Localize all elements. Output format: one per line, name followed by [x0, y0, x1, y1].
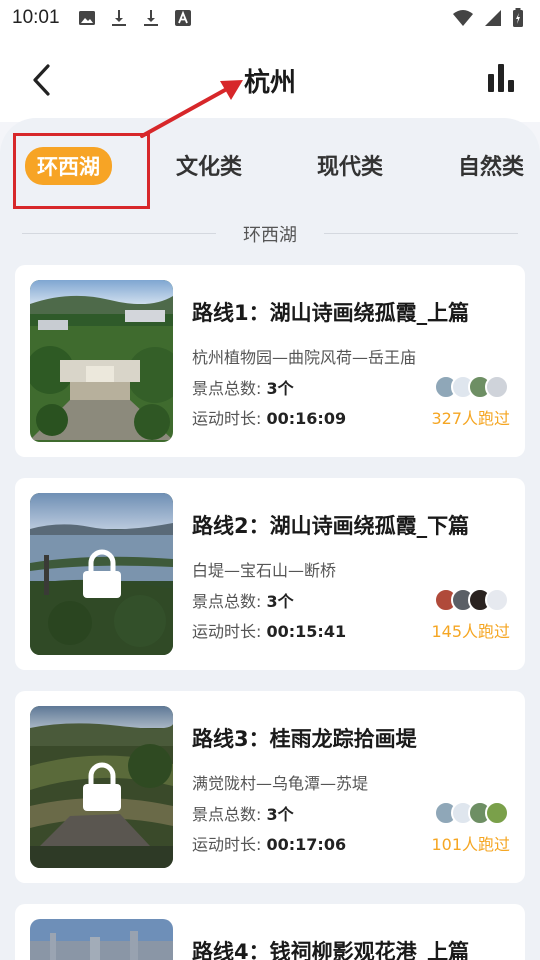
- runs-count: 145人跑过: [431, 622, 510, 641]
- route-thumbnail: [30, 493, 173, 655]
- route-card[interactable]: 路线3：桂雨龙踪拾画堤 满觉陇村—乌龟潭—苏堤 景点总数: 3个 运动时长: 0…: [15, 691, 525, 883]
- duration-label: 运动时长:: [192, 622, 262, 641]
- duration-value: 00:16:09: [266, 409, 347, 428]
- tab-modern[interactable]: 现代类: [317, 149, 383, 181]
- duration-value: 00:17:06: [266, 835, 347, 854]
- duration: 运动时长: 00:17:06: [192, 831, 346, 855]
- route-card[interactable]: 路线1：湖山诗画绕孤霞_上篇 杭州植物园—曲院风荷—岳王庙 景点总数: 3个 运…: [15, 265, 525, 457]
- route-card[interactable]: 路线4：钱祠柳影观花港_上篇: [15, 904, 525, 960]
- runner-avatars: [434, 588, 509, 612]
- route-thumbnail: [30, 919, 173, 960]
- duration-label: 运动时长:: [192, 835, 262, 854]
- spots-label: 景点总数:: [192, 805, 262, 824]
- spots-value: 3个: [266, 592, 294, 611]
- signal-icon: [485, 10, 501, 26]
- route-path: 满觉陇村—乌龟潭—苏堤: [192, 774, 369, 793]
- annotation-highlight-box: [13, 133, 150, 209]
- avatar: [485, 801, 509, 825]
- lock-icon: [83, 549, 121, 598]
- page-title: 杭州: [243, 68, 296, 98]
- tab-culture[interactable]: 文化类: [176, 149, 242, 181]
- runs-count: 327人跑过: [431, 409, 510, 428]
- avatar: [485, 375, 509, 399]
- status-bar: 10:01: [0, 0, 540, 36]
- duration-label: 运动时长:: [192, 409, 262, 428]
- status-time: 10:01: [12, 7, 60, 28]
- route-title: 路线4：钱祠柳影观花港_上篇: [192, 940, 470, 960]
- route-title: 路线2：湖山诗画绕孤霞_下篇: [192, 514, 470, 538]
- spots-value: 3个: [266, 379, 294, 398]
- duration-value: 00:15:41: [266, 622, 347, 641]
- runs-count: 101人跑过: [431, 835, 510, 854]
- route-card[interactable]: 路线2：湖山诗画绕孤霞_下篇 白堤—宝石山—断桥 景点总数: 3个 运动时长: …: [15, 478, 525, 670]
- spots-count: 景点总数: 3个: [192, 588, 294, 612]
- spots-count: 景点总数: 3个: [192, 375, 294, 399]
- route-thumbnail: [30, 706, 173, 868]
- header: 杭州: [0, 36, 540, 122]
- route-path: 白堤—宝石山—断桥: [192, 561, 337, 580]
- spots-count: 景点总数: 3个: [192, 801, 294, 825]
- download-icon: [143, 10, 158, 26]
- section-title: 环西湖: [0, 220, 540, 248]
- divider: [324, 233, 518, 234]
- spots-label: 景点总数:: [192, 592, 262, 611]
- bar-chart-icon[interactable]: [486, 62, 516, 94]
- route-title: 路线3：桂雨龙踪拾画堤: [192, 727, 417, 751]
- duration: 运动时长: 00:15:41: [192, 618, 346, 642]
- image-icon: [78, 11, 95, 25]
- avatar: [485, 588, 509, 612]
- wifi-icon: [453, 10, 473, 26]
- duration: 运动时长: 00:16:09: [192, 405, 346, 429]
- spots-label: 景点总数:: [192, 379, 262, 398]
- divider: [22, 233, 216, 234]
- route-title: 路线1：湖山诗画绕孤霞_上篇: [192, 301, 470, 325]
- battery-charging-icon: [513, 8, 523, 27]
- font-a-icon: [174, 10, 191, 26]
- runner-avatars: [434, 801, 509, 825]
- section-title-label: 环西湖: [243, 225, 297, 246]
- download-icon: [111, 10, 126, 26]
- route-path: 杭州植物园—曲院风荷—岳王庙: [192, 348, 417, 367]
- spots-value: 3个: [266, 805, 294, 824]
- route-thumbnail: [30, 280, 173, 442]
- lock-icon: [83, 762, 121, 811]
- runner-avatars: [434, 375, 509, 399]
- tab-nature[interactable]: 自然类: [458, 149, 524, 181]
